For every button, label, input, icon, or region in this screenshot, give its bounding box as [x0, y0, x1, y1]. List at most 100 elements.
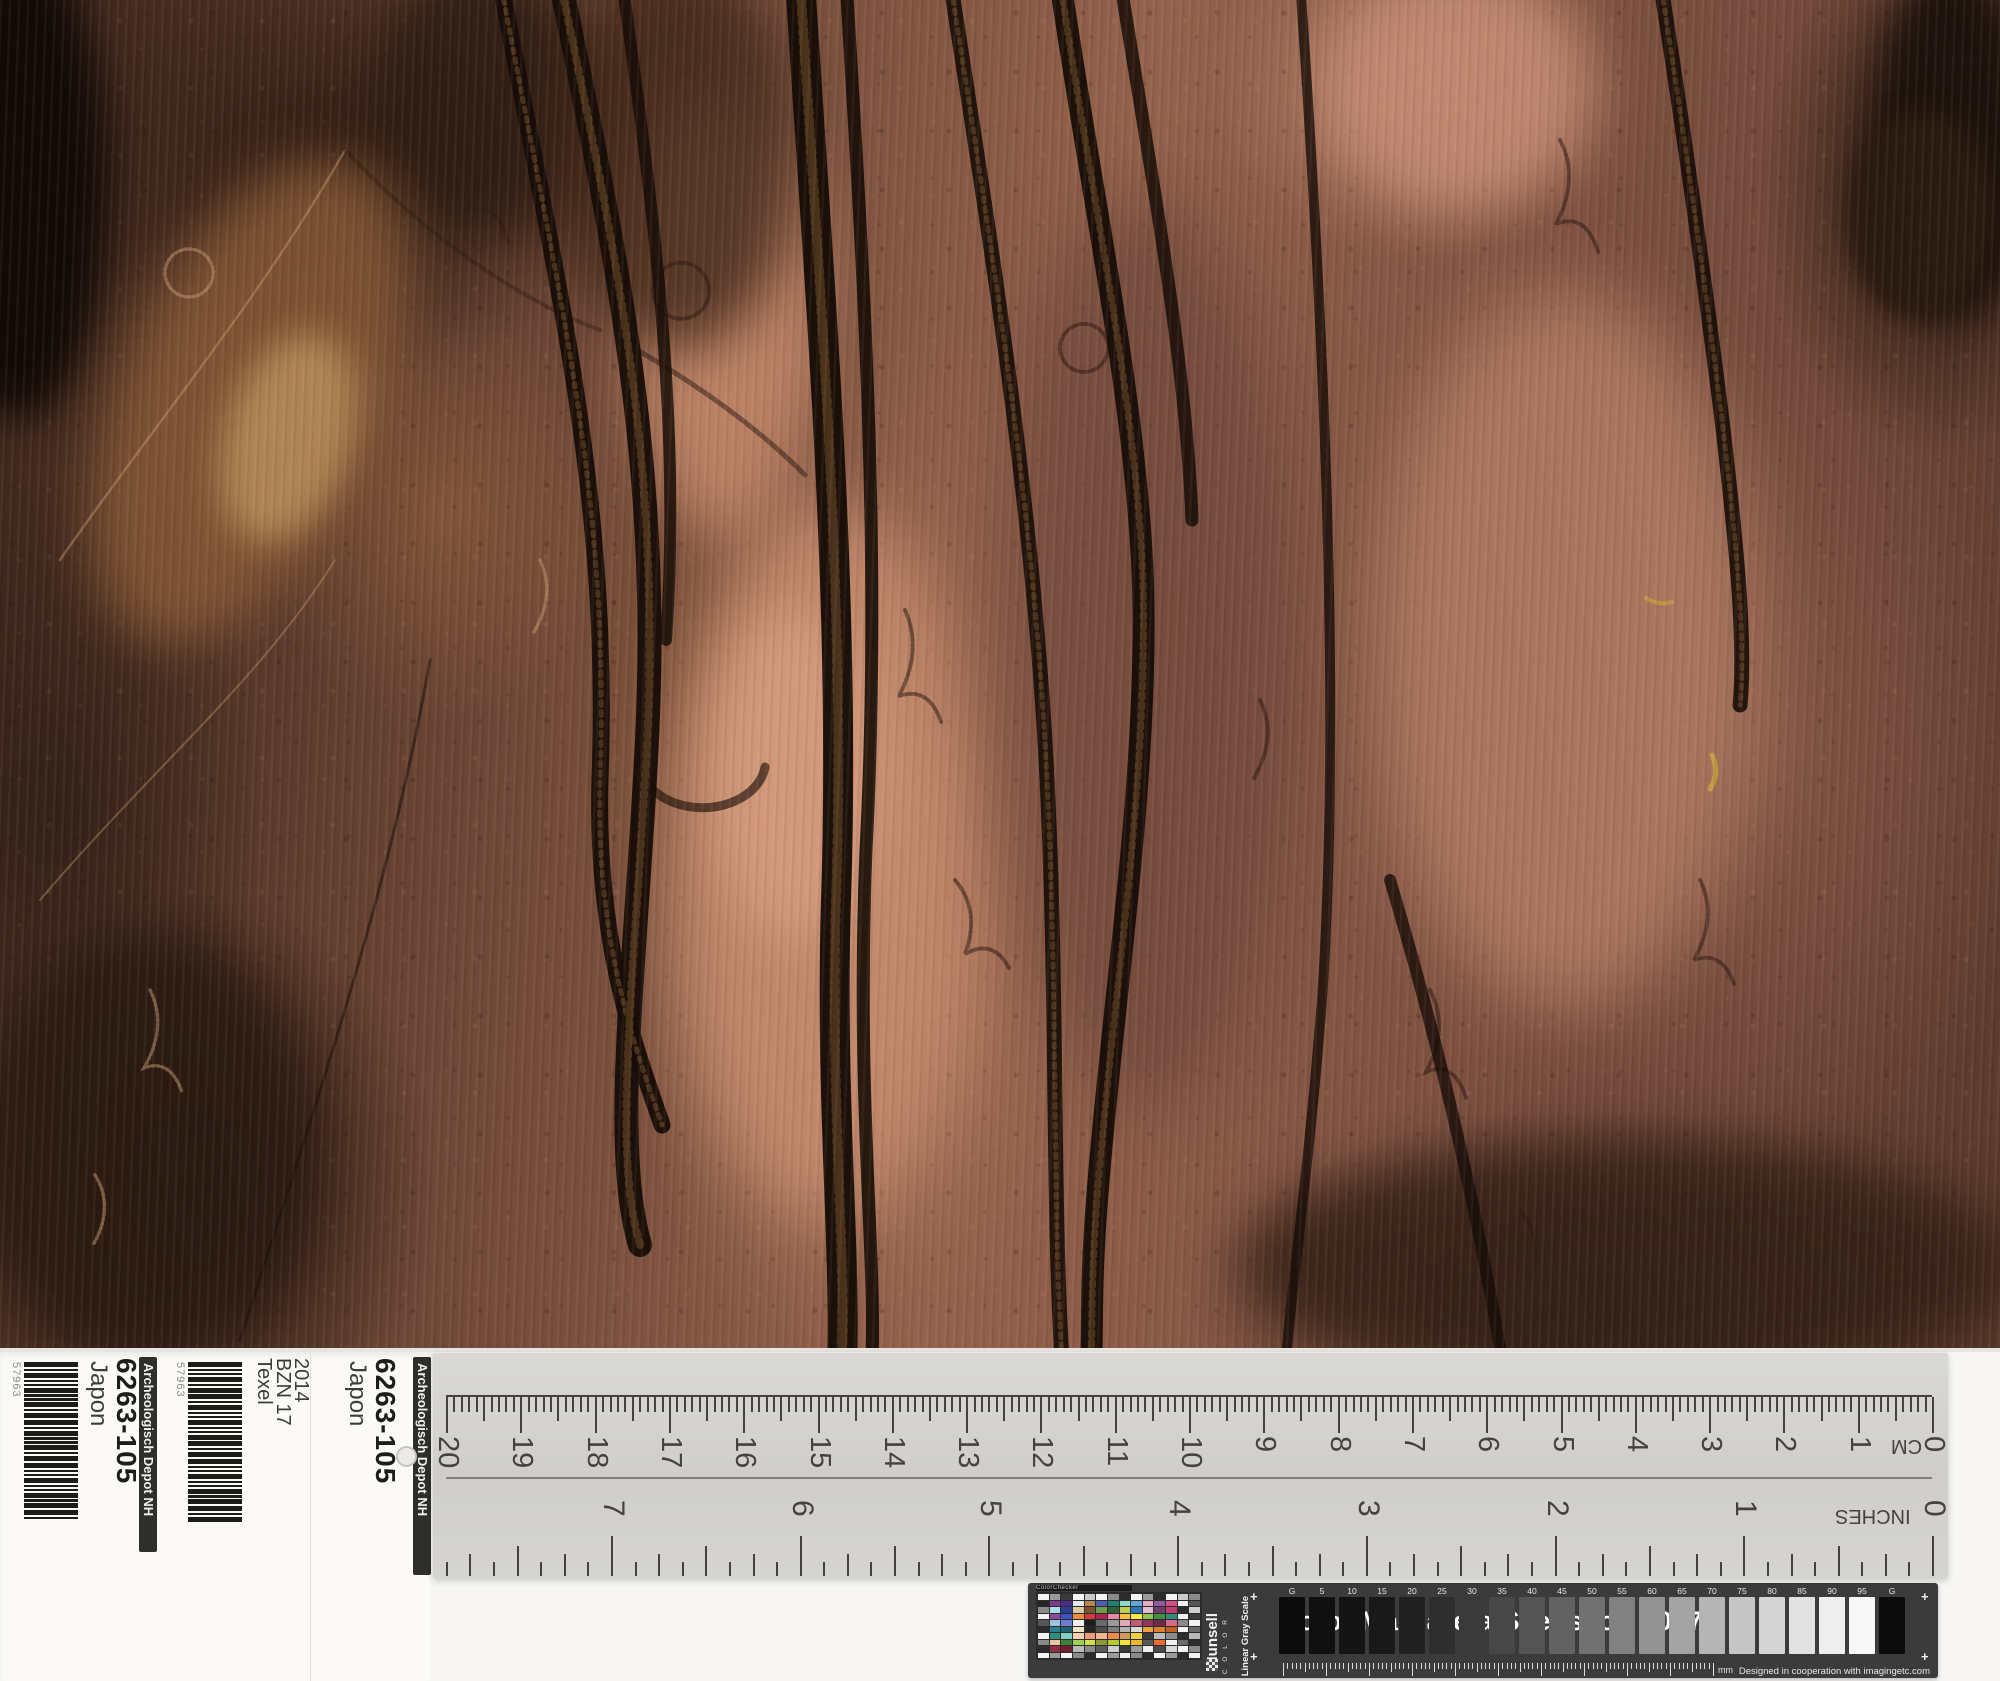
barcode-bar	[188, 1373, 242, 1375]
barcode-bar	[188, 1388, 242, 1393]
cm-number: 13	[951, 1436, 984, 1468]
inch-tick	[1908, 1562, 1910, 1576]
barcode	[188, 1362, 242, 1544]
fabric-fuzz-ball	[1845, 110, 1995, 320]
cm-tick	[483, 1397, 485, 1421]
cm-tick	[736, 1397, 738, 1412]
checker-patch	[1120, 1620, 1131, 1626]
cm-tick	[1538, 1397, 1540, 1412]
cm-tick	[1315, 1397, 1317, 1412]
checker-patch	[1096, 1620, 1107, 1626]
checker-patch	[1166, 1594, 1177, 1600]
barcode-bar	[188, 1459, 242, 1464]
cm-tick	[721, 1397, 723, 1412]
cm-tick	[758, 1397, 760, 1412]
inch-tick	[1366, 1536, 1368, 1576]
barcode-bar	[188, 1412, 242, 1414]
checker-patch	[1120, 1653, 1131, 1659]
checker-patch	[1189, 1653, 1200, 1659]
mm-tick	[1326, 1663, 1327, 1676]
barcode-bar	[188, 1470, 242, 1472]
checker-patch	[1108, 1607, 1119, 1613]
checker-patch	[1131, 1627, 1142, 1633]
object-number: 6263-105	[369, 1358, 401, 1484]
checker-patch	[1061, 1614, 1072, 1620]
fabric-dark-bottom-left	[0, 930, 320, 1348]
cm-tick	[1345, 1397, 1347, 1412]
checker-patch	[1166, 1614, 1177, 1620]
cm-tick	[550, 1397, 552, 1412]
barcode-bar	[24, 1369, 78, 1371]
cm-tick	[1003, 1397, 1005, 1421]
barcode-bar	[24, 1420, 78, 1425]
cm-tick	[1189, 1397, 1191, 1433]
cm-tick	[1063, 1397, 1065, 1412]
cm-tick	[1546, 1397, 1548, 1412]
checker-patch	[1120, 1646, 1131, 1652]
inch-tick	[847, 1554, 849, 1576]
inch-tick	[1578, 1562, 1580, 1576]
gray-patch	[1789, 1597, 1815, 1654]
gray-label: 20	[1399, 1586, 1425, 1596]
inch-tick	[1319, 1554, 1321, 1576]
mm-tick	[1412, 1663, 1413, 1676]
cm-tick	[1144, 1397, 1146, 1412]
cm-tick	[1657, 1397, 1659, 1412]
checker-patch	[1131, 1594, 1142, 1600]
mm-tick	[1335, 1663, 1336, 1669]
checker-patch	[1050, 1594, 1061, 1600]
checker-patch	[1154, 1614, 1165, 1620]
checker-patch	[1154, 1653, 1165, 1659]
checker-patch	[1073, 1614, 1084, 1620]
cm-number: 19	[505, 1436, 538, 1468]
inch-tick	[1201, 1562, 1203, 1576]
mm-tick	[1704, 1663, 1705, 1669]
checker-patch	[1154, 1646, 1165, 1652]
gray-label: 40	[1519, 1586, 1545, 1596]
cm-tick	[1910, 1397, 1912, 1412]
cm-tick	[1731, 1397, 1733, 1412]
cm-tick	[1590, 1397, 1592, 1412]
inch-tick	[1272, 1546, 1274, 1576]
inch-tick	[823, 1562, 825, 1576]
cm-tick	[1494, 1397, 1496, 1412]
checker-patch	[1061, 1633, 1072, 1639]
checker-patch	[1166, 1607, 1177, 1613]
mm-tick	[1339, 1663, 1340, 1669]
checker-patch	[1096, 1601, 1107, 1607]
gray-scale-name: Linear Gray Scale	[1240, 1596, 1251, 1676]
mm-tick	[1305, 1663, 1306, 1672]
cm-tick	[624, 1397, 626, 1412]
cm-tick	[1442, 1397, 1444, 1412]
cm-number: 9	[1248, 1436, 1281, 1452]
mm-tick	[1627, 1663, 1628, 1676]
inch-tick	[469, 1554, 471, 1576]
checker-patch	[1085, 1607, 1096, 1613]
cm-tick	[1152, 1397, 1154, 1421]
checker-patch	[1143, 1614, 1154, 1620]
mm-tick	[1485, 1663, 1486, 1669]
gray-label: 70	[1699, 1586, 1725, 1596]
mm-tick	[1670, 1663, 1671, 1676]
cm-tick	[1620, 1397, 1622, 1412]
cm-tick	[1055, 1397, 1057, 1412]
cm-number: 10	[1174, 1436, 1207, 1468]
checker-patch	[1061, 1607, 1072, 1613]
barcode-bar	[24, 1441, 78, 1443]
mm-tick	[1597, 1663, 1598, 1669]
textile-photo	[0, 0, 2000, 1348]
checker-patch	[1038, 1646, 1049, 1652]
cm-tick	[1130, 1397, 1132, 1412]
cm-tick	[1412, 1397, 1414, 1433]
gray-label: G	[1279, 1586, 1305, 1596]
checker-patch	[1096, 1614, 1107, 1620]
mm-tick	[1606, 1663, 1607, 1672]
checker-patch	[1166, 1601, 1177, 1607]
cm-tick	[1694, 1397, 1696, 1412]
cm-tick	[528, 1397, 530, 1412]
cm-tick	[565, 1397, 567, 1412]
cm-tick	[795, 1397, 797, 1412]
checker-patch	[1073, 1607, 1084, 1613]
cm-tick	[1687, 1397, 1689, 1412]
barcode-bar	[24, 1478, 78, 1483]
